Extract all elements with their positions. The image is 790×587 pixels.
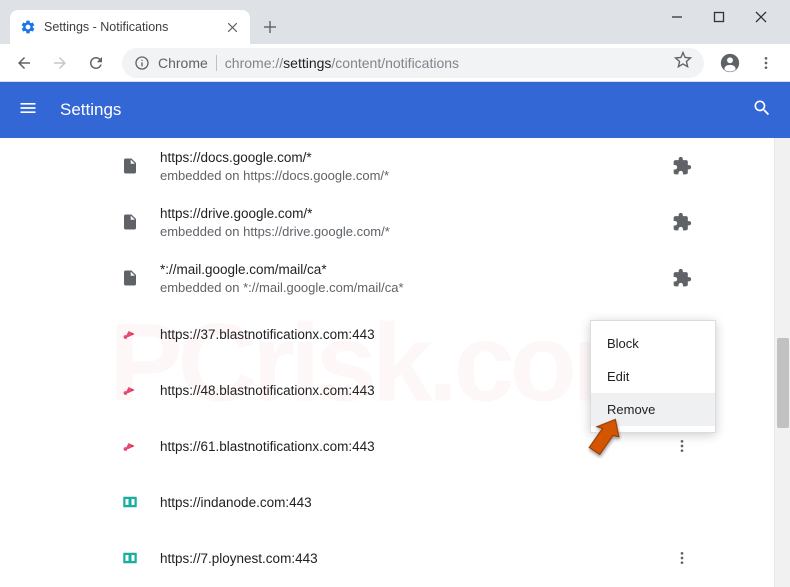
site-url: https://drive.google.com/* (160, 206, 650, 221)
menu-item-remove[interactable]: Remove (591, 393, 715, 426)
maximize-button[interactable] (712, 10, 726, 24)
site-favicon (120, 492, 140, 512)
tab-settings[interactable]: Settings - Notifications (10, 10, 250, 44)
context-menu: BlockEditRemove (590, 320, 716, 433)
bookmark-star-icon[interactable] (674, 51, 692, 74)
gear-icon (20, 19, 36, 35)
omnibox-url: chrome://settings/content/notifications (225, 55, 459, 71)
back-button[interactable] (8, 47, 40, 79)
forward-button[interactable] (44, 47, 76, 79)
more-icon[interactable] (670, 546, 694, 570)
site-url: https://7.ploynest.com:443 (160, 551, 650, 566)
site-url: https://37.blastnotificationx.com:443 (160, 327, 650, 342)
extension-icon[interactable] (670, 210, 694, 234)
empty-action (670, 490, 694, 514)
info-icon (134, 55, 150, 71)
hamburger-menu-icon[interactable] (18, 98, 38, 123)
reload-button[interactable] (80, 47, 112, 79)
browser-toolbar: Chrome chrome://settings/content/notific… (0, 44, 790, 82)
scrollbar-thumb[interactable] (777, 338, 789, 428)
site-row[interactable]: *://mail.google.com/mail/ca* embedded on… (0, 250, 774, 306)
site-url: https://61.blastnotificationx.com:443 (160, 439, 650, 454)
site-url: https://48.blastnotificationx.com:443 (160, 383, 650, 398)
settings-header: Settings (0, 82, 790, 138)
site-sub: embedded on https://docs.google.com/* (160, 168, 650, 183)
site-favicon (120, 268, 140, 288)
close-tab-icon[interactable] (224, 19, 240, 35)
site-url: https://docs.google.com/* (160, 150, 650, 165)
site-row[interactable]: https://indanode.com:443 (0, 474, 774, 530)
search-icon[interactable] (752, 98, 772, 123)
minimize-button[interactable] (670, 10, 684, 24)
omnibox-divider (216, 55, 217, 71)
site-row[interactable]: https://docs.google.com/* embedded on ht… (0, 138, 774, 194)
tab-title: Settings - Notifications (44, 20, 168, 34)
menu-item-edit[interactable]: Edit (591, 360, 715, 393)
scrollbar[interactable] (774, 138, 790, 587)
omnibox-prefix: Chrome (158, 55, 208, 71)
page-title: Settings (60, 100, 752, 120)
site-row[interactable]: https://7.ploynest.com:443 (0, 530, 774, 586)
site-sub: embedded on *://mail.google.com/mail/ca* (160, 280, 650, 295)
site-favicon (120, 156, 140, 176)
more-icon[interactable] (670, 434, 694, 458)
menu-icon[interactable] (750, 47, 782, 79)
menu-item-block[interactable]: Block (591, 327, 715, 360)
site-url: https://indanode.com:443 (160, 495, 650, 510)
new-tab-button[interactable] (256, 13, 284, 41)
site-favicon (120, 380, 140, 400)
site-row[interactable]: https://drive.google.com/* embedded on h… (0, 194, 774, 250)
site-favicon (120, 212, 140, 232)
site-favicon (120, 548, 140, 568)
extension-icon[interactable] (670, 266, 694, 290)
site-favicon (120, 324, 140, 344)
site-favicon (120, 436, 140, 456)
site-sub: embedded on https://drive.google.com/* (160, 224, 650, 239)
close-window-button[interactable] (754, 10, 768, 24)
extension-icon[interactable] (670, 154, 694, 178)
profile-avatar-icon[interactable] (714, 47, 746, 79)
address-bar[interactable]: Chrome chrome://settings/content/notific… (122, 48, 704, 78)
site-url: *://mail.google.com/mail/ca* (160, 262, 650, 277)
